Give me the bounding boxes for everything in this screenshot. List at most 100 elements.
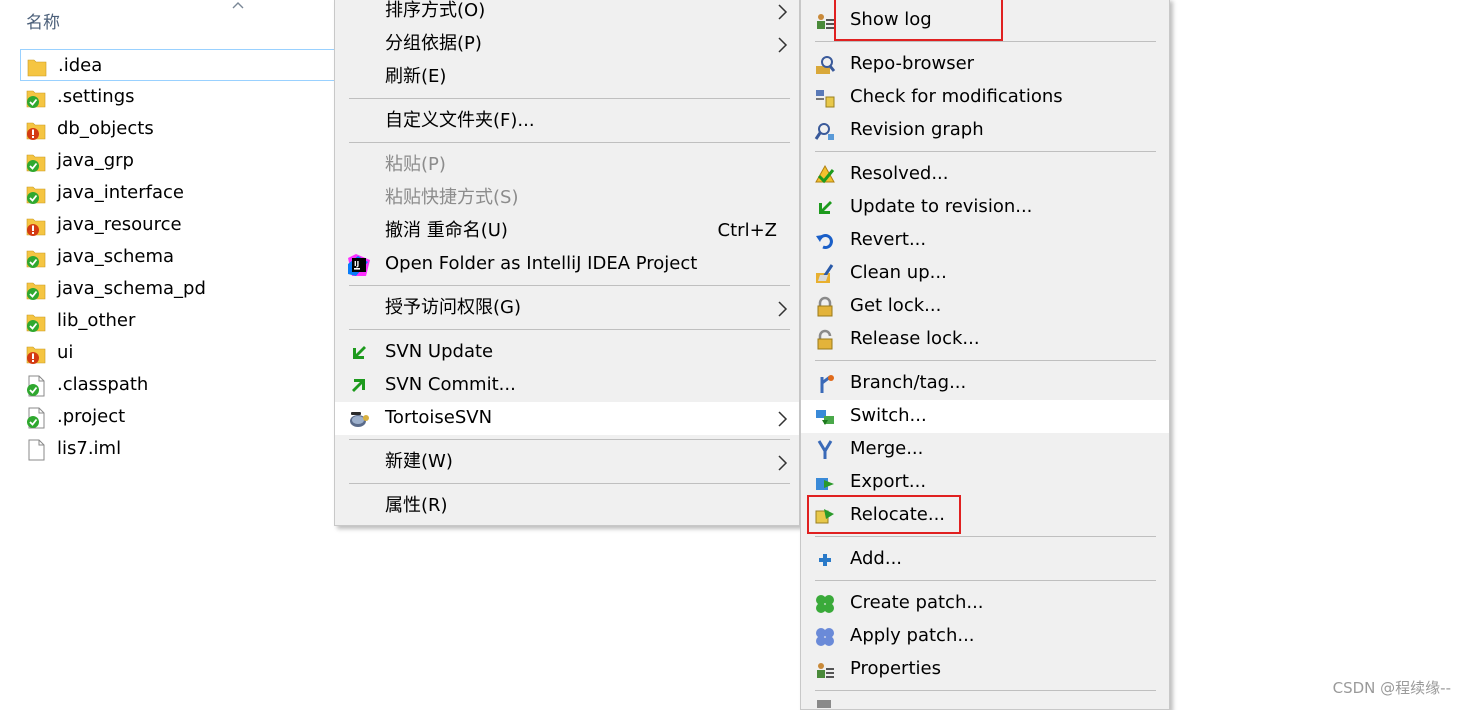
menu-item-release-lock[interactable]: Release lock... [801,323,1169,356]
menu-item-refresh[interactable]: 刷新(E) [335,61,799,94]
svn-update-icon [353,346,366,359]
sort-ascending-icon[interactable] [231,0,245,10]
file-name: lib_other [57,310,136,331]
file-name: .settings [57,86,135,107]
repo-browser-icon [816,56,836,74]
file-row[interactable]: lib_other [20,305,340,337]
file-name: ui [57,342,74,363]
menu-item-create-patch[interactable]: Create patch... [801,587,1169,620]
file-row[interactable]: java_grp [20,145,340,177]
menu-item-check-modifications[interactable]: Check for modifications [801,81,1169,114]
menu-item-add[interactable]: Add... [801,543,1169,576]
folder-icon-svn-modified [26,122,46,140]
menu-item-revert[interactable]: Revert... [801,224,1169,257]
add-icon [819,554,831,566]
file-row[interactable]: ui [20,337,340,369]
menu-item-label: 刷新(E) [385,66,447,87]
menu-separator [815,151,1156,152]
file-row[interactable]: lis7.iml [20,433,340,465]
menu-item-update-to-revision[interactable]: Update to revision... [801,191,1169,224]
create-patch-icon [816,595,834,613]
file-row[interactable]: .project [20,401,340,433]
file-row[interactable]: .classpath [20,369,340,401]
file-row[interactable]: .settings [20,81,340,113]
file-icon-svn-normal [27,407,45,429]
submenu-arrow-icon [778,37,788,53]
file-icon [28,439,45,461]
menu-item-apply-patch[interactable]: Apply patch... [801,620,1169,653]
highlight-relocate [807,495,961,534]
menu-item-properties[interactable]: 属性(R) [335,490,799,523]
file-row[interactable]: java_interface [20,177,340,209]
menu-item-clean-up[interactable]: Clean up... [801,257,1169,290]
menu-item-group-by[interactable]: 分组依据(P) [335,28,799,61]
menu-item-repo-browser[interactable]: Repo-browser [801,48,1169,81]
svg-text:IJ: IJ [354,260,359,268]
menu-separator [815,41,1156,42]
file-icon-svn-normal [27,375,45,397]
menu-item-label: 新建(W) [385,451,453,472]
switch-icon [816,410,834,425]
file-name: java_schema [57,246,175,267]
column-header-name[interactable]: 名称 [26,8,60,33]
svn-properties-icon [817,663,834,678]
menu-item-tortoise-svn[interactable]: TortoiseSVN [335,402,799,435]
update-to-revision-icon [819,201,832,214]
shortcut-text: Ctrl+Z [717,220,777,241]
submenu-arrow-icon [778,411,788,427]
menu-item-label: Release lock... [850,328,980,349]
menu-item-undo-rename[interactable]: 撤消 重命名(U) Ctrl+Z [335,215,799,248]
highlight-show-log [834,0,1003,41]
menu-item-resolved[interactable]: Resolved... [801,158,1169,191]
menu-item-give-access[interactable]: 授予访问权限(G) [335,292,799,325]
menu-item-svn-update[interactable]: SVN Update [335,336,799,369]
menu-item-label: Create patch... [850,592,984,613]
clean-up-icon [816,264,834,283]
menu-separator [815,360,1156,361]
file-row[interactable]: java_resource [20,209,340,241]
menu-item-label: TortoiseSVN [385,407,493,428]
menu-item-label: Resolved... [850,163,949,184]
menu-item-svn-properties[interactable]: Properties [801,653,1169,686]
menu-item-merge[interactable]: Merge... [801,433,1169,466]
file-name: lis7.iml [57,438,122,459]
menu-item-open-intellij[interactable]: IJ Open Folder as IntelliJ IDEA Project [335,248,799,281]
unlock-icon [817,329,833,350]
revert-icon [816,234,833,249]
file-row[interactable]: java_schema_pd [20,273,340,305]
show-log-icon [817,14,834,29]
menu-item-label: Properties [850,658,941,679]
menu-item-new[interactable]: 新建(W) [335,446,799,479]
branch-tag-icon [820,375,834,393]
folder-icon-svn-normal [26,90,46,108]
merge-icon [817,440,833,459]
menu-separator [349,329,790,330]
menu-separator [815,536,1156,537]
submenu-arrow-icon [778,455,788,471]
folder-icon-svn-normal [26,154,46,172]
menu-item-label: Add... [850,548,903,569]
menu-item-sort-by[interactable]: 排序方式(O) [335,0,799,28]
file-row[interactable]: .idea [20,49,335,81]
menu-item-svn-commit[interactable]: SVN Commit... [335,369,799,402]
file-row[interactable]: db_objects [20,113,340,145]
menu-item-switch[interactable]: Switch... [801,400,1169,433]
menu-item-paste-shortcut[interactable]: 粘贴快捷方式(S) [335,182,799,215]
file-row[interactable]: java_schema [20,241,340,273]
folder-icon [27,59,47,77]
menu-item-paste[interactable]: 粘贴(P) [335,149,799,182]
menu-item-customize-folder[interactable]: 自定义文件夹(F)... [335,105,799,138]
menu-item-label: SVN Commit... [385,374,516,395]
file-list: .idea .settings db_objects java_grp java_int… [20,49,340,465]
menu-item-label: Get lock... [850,295,942,316]
intellij-idea-icon: IJ [348,254,370,276]
apply-patch-icon [816,628,834,646]
menu-separator [815,580,1156,581]
menu-item-branch-tag[interactable]: Branch/tag... [801,367,1169,400]
menu-item-revision-graph[interactable]: Revision graph [801,114,1169,147]
menu-item-label: 粘贴(P) [385,154,446,175]
menu-item-get-lock[interactable]: Get lock... [801,290,1169,323]
menu-item-label: 排序方式(O) [385,0,486,21]
menu-item-label: Clean up... [850,262,947,283]
menu-item-label: Open Folder as IntelliJ IDEA Project [385,253,698,274]
